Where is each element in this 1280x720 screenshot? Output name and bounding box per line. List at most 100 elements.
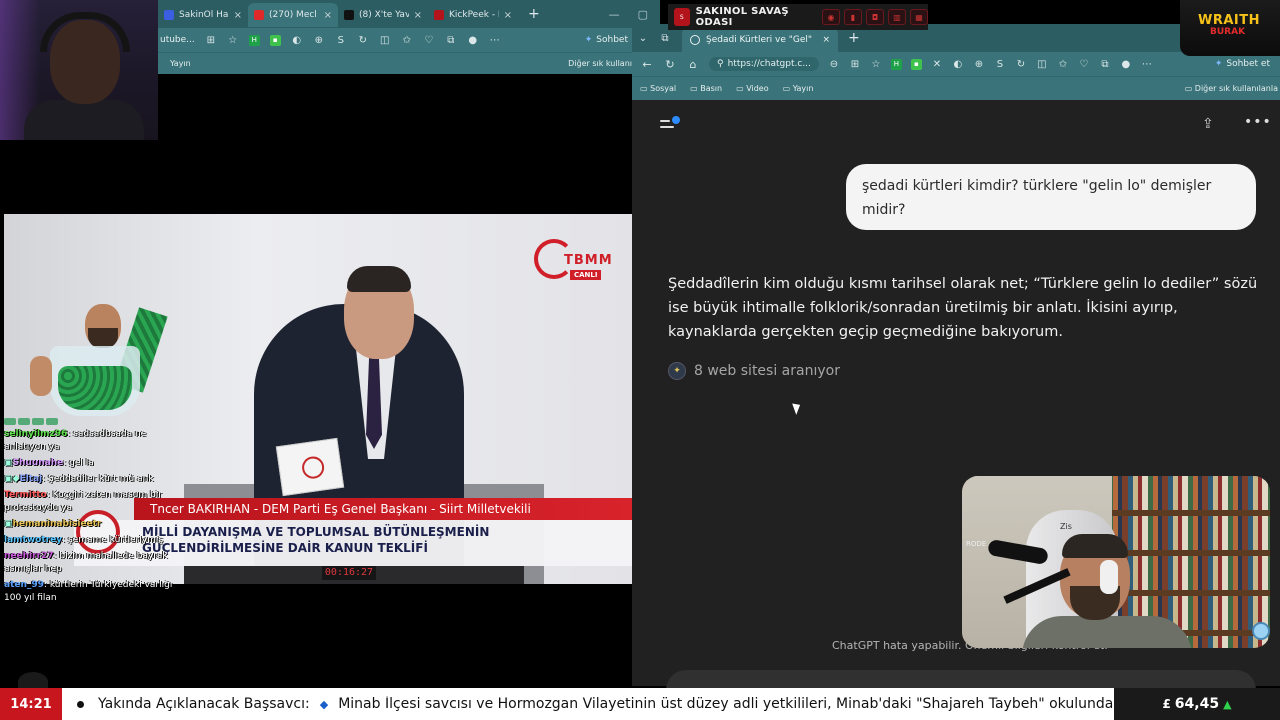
rss-icon[interactable]: ◉ [822,9,840,25]
favorite-other[interactable]: Diğer sık kullanılanla [1185,84,1280,93]
reader-icon[interactable]: ⊞ [205,34,217,46]
extensions-icon[interactable]: ⧉ [445,34,457,46]
headline-line-1: MİLLİ DAYANIŞMA VE TOPLUMSAL BÜTÜNLEŞMEN… [142,525,490,539]
tab-actions-icon[interactable]: ⌄ [632,33,654,44]
favorite-sosyal[interactable]: Sosyal [640,84,676,93]
tab-close-icon[interactable]: × [414,10,422,21]
back-icon[interactable]: ← [640,58,654,71]
grid-icon[interactable]: ▦ [910,9,928,25]
message-composer[interactable] [666,670,1256,690]
chart-icon[interactable]: ▥ [888,9,906,25]
chat-message: lamtwotrey: şemame kürtleriymiş [4,535,164,545]
streamer-webcam [0,0,158,140]
right-favorites-bar: Sosyal Basın Video Yayın Diğer sık kulla… [632,76,1280,100]
ticker-time: 14:21 [0,688,62,720]
split-icon[interactable]: ◫ [379,34,391,46]
extension-icon[interactable]: ▪ [910,58,922,70]
minimize-icon[interactable]: — [609,8,620,21]
search-status[interactable]: ✦ 8 web sitesi aranıyor [668,362,840,380]
user-message: şedadi kürtleri kimdir? türklere "gelin … [846,164,1256,230]
more-icon[interactable]: ⋯ [1141,59,1153,70]
extension-icon[interactable]: ◐ [291,34,303,46]
favorite-yayin[interactable]: Yayın [170,59,191,68]
chat-message: Termitto: Koçgiri zaten masum bir protes… [4,490,162,513]
favorites-icon[interactable]: ✩ [401,34,413,46]
avatar-overlay [30,300,168,420]
tab-label: (270) Mecl [269,10,317,20]
tab-close-icon[interactable]: × [822,35,830,45]
notification-dot-icon [672,116,680,124]
chat-message: ▣ hemaninabisieetr [4,519,102,529]
favorite-basin[interactable]: Basın [690,84,722,93]
extension-icon[interactable]: ▪ [269,34,281,46]
x-favicon-icon [344,10,354,20]
bag-icon[interactable]: ◘ [866,9,884,25]
share-icon[interactable]: ⇪ [1202,116,1218,132]
refresh-icon[interactable]: ↻ [1015,59,1027,70]
new-tab-button[interactable]: + [518,6,550,22]
copilot-icon: ✦ [584,35,593,45]
badge-row [4,418,184,425]
favorite-yayin[interactable]: Yayın [783,84,814,93]
home-icon[interactable]: ⌂ [686,58,700,71]
wraith-logo: WRAITH BURAK [1180,0,1280,56]
more-options-icon[interactable]: ••• [1244,114,1272,130]
news-ticker: 14:21 Yakında Açıklanacak Başsavcı: ◆ Mi… [0,688,1280,720]
streamer-webcam-right: Zis RODE [962,476,1270,648]
profile-icon[interactable]: ● [467,34,479,46]
favorite-other[interactable]: Diğer sık kullanı [568,59,632,68]
extension-icon[interactable]: ◐ [952,59,964,70]
heart-icon[interactable]: ♡ [423,34,435,46]
chatgpt-tab[interactable]: Şedadi Kürtleri ve "Gel" × [682,28,838,52]
extension-icon[interactable]: S [994,59,1006,70]
split-icon[interactable]: ◫ [1036,59,1048,70]
extension-icon[interactable]: H [890,58,902,70]
extension-icon[interactable]: S [335,34,347,46]
tab-close-icon[interactable]: × [324,10,332,21]
url-text[interactable]: utube... [160,35,195,45]
maximize-icon[interactable]: ▢ [638,8,648,21]
trend-up-icon: ▲ [1223,697,1232,711]
copilot-button[interactable]: ✦ Sohbet et [1215,59,1280,69]
copilot-icon: ✦ [1214,59,1223,69]
chat-message: selinyilmz96: sadsadbsada ne anlatıyon y… [4,429,147,452]
new-tab-button[interactable]: + [838,30,870,46]
headline-line-2: GÜÇLENDİRİLMESİNE DAİR KANUN TEKLİFİ [142,541,428,555]
tab-close-icon[interactable]: × [234,10,242,21]
more-icon[interactable]: ⋯ [489,34,501,46]
signal-icon[interactable]: ▮ [844,9,862,25]
extensions-icon[interactable]: ⧉ [1099,59,1111,70]
extension-icon[interactable]: ✕ [931,59,943,70]
profile-icon[interactable]: ● [1120,59,1132,70]
tab-label: Şedadi Kürtleri ve "Gel" [706,35,813,45]
extension-icon[interactable]: ⊕ [313,34,325,46]
extension-icon[interactable]: ⊕ [973,59,985,70]
extension-icon[interactable]: H [248,34,260,46]
refresh-icon[interactable]: ↻ [357,34,369,46]
reload-icon[interactable]: ↻ [663,58,677,71]
site-info-icon[interactable]: ⚲ [717,59,724,69]
reader-icon[interactable]: ⊞ [849,59,861,70]
headset-icon [1100,560,1118,594]
left-tab-kickpeek[interactable]: KickPeek - Real × [428,3,518,27]
favorite-video[interactable]: Video [736,84,768,93]
star-icon[interactable]: ☆ [870,59,882,70]
headphones-icon [40,12,130,52]
stream-chat: selinyilmz96: sadsadbsada ne anlatıyon y… [4,418,184,608]
left-tab-youtube[interactable]: (270) Mecl × [248,3,338,27]
price-widget: £ 64,45 ▲ [1114,688,1280,720]
star-icon[interactable]: ☆ [227,34,239,46]
left-tab-sakinol[interactable]: SakinOl Haber × [158,3,248,27]
favorites-icon[interactable]: ✩ [1057,59,1069,70]
chatgpt-favicon-icon [690,35,700,45]
globe-icon: ✦ [668,362,686,380]
diamond-icon: ◆ [319,697,329,711]
tab-close-icon[interactable]: × [504,10,512,21]
window-controls: — ▢ [609,8,660,21]
left-tab-x[interactable]: (8) X'te Yavuz A × [338,3,428,27]
zoom-icon[interactable]: ⊖ [828,59,840,70]
heart-icon[interactable]: ♡ [1078,59,1090,70]
workspaces-icon[interactable]: ⧉ [654,33,676,44]
url-field[interactable]: ⚲ https://chatgpt.c... [709,57,819,71]
copilot-button[interactable]: ✦ Sohbet [585,35,632,45]
